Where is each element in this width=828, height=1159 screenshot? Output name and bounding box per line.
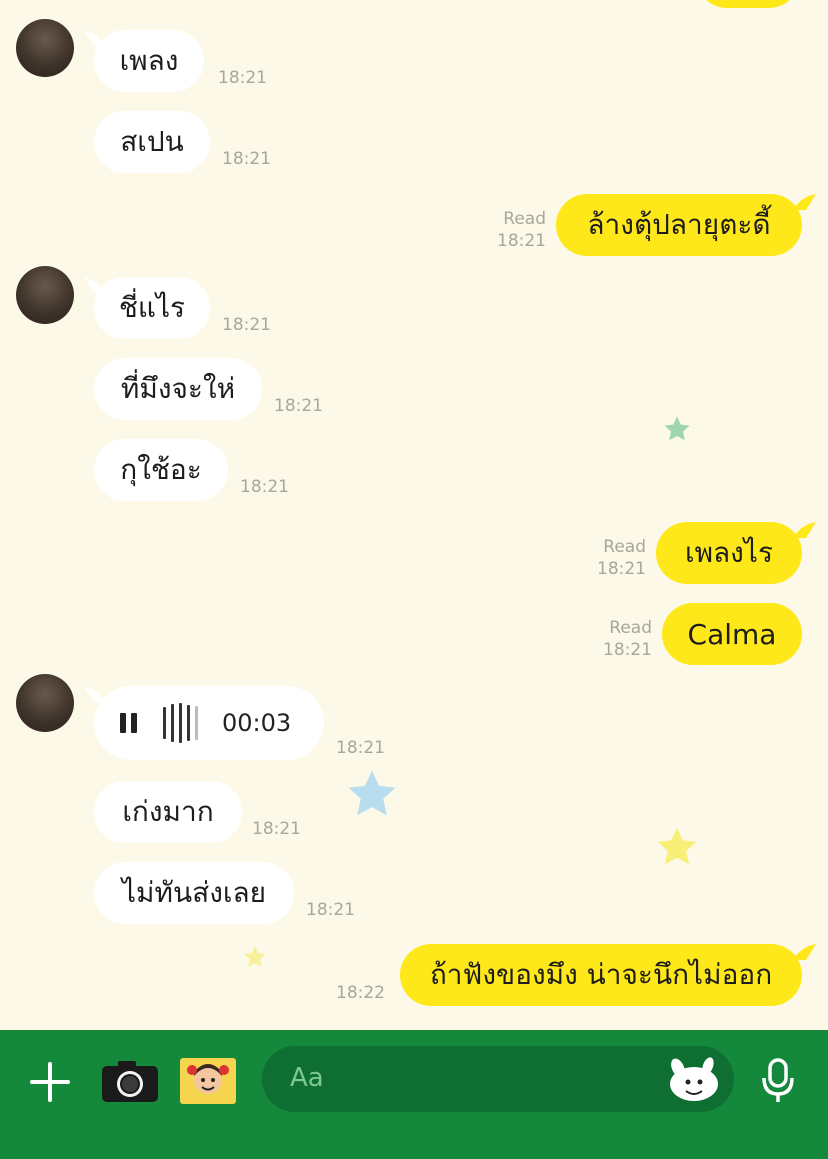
message-text: เก่งมาก <box>122 795 214 828</box>
message-text: ล้างตุ้ปลายุตะดี้ <box>587 208 771 241</box>
message-time: 18:21 <box>252 819 301 839</box>
read-label: Read <box>603 537 646 557</box>
message-text: เพลง <box>119 44 179 77</box>
read-label: Read <box>609 618 652 638</box>
message-bubble-incoming[interactable]: กุใช้อะ <box>94 439 228 501</box>
message-time: 18:21 <box>222 315 271 335</box>
message-bubble-outgoing-partial[interactable] <box>696 0 800 8</box>
message-text: ชี่แไร <box>118 291 186 324</box>
message-text: กุใช้อะ <box>120 453 202 486</box>
voice-message-bubble[interactable]: 00:03 <box>94 686 324 760</box>
message-input-bar: Aa <box>0 1030 828 1159</box>
message-time: 18:21 <box>274 396 323 416</box>
blue-star-decoration <box>348 770 396 816</box>
bubble-tail <box>794 944 816 960</box>
sticker-icon[interactable] <box>664 1054 724 1104</box>
chat-area[interactable]: เพลง 18:21 สเปน 18:21 Read 18:21 ล้างตุ้… <box>0 0 828 1030</box>
message-input[interactable]: Aa <box>262 1046 734 1112</box>
message-time: 18:21 <box>597 559 646 579</box>
small-yellow-star-decoration <box>244 946 266 967</box>
message-time: 18:21 <box>222 149 271 169</box>
image-gallery-icon[interactable] <box>178 1056 238 1106</box>
message-bubble-outgoing[interactable]: Calma <box>662 603 802 665</box>
message-text: ไม่ทันส่งเลย <box>121 876 267 909</box>
camera-icon[interactable] <box>100 1058 160 1104</box>
message-time: 18:21 <box>218 68 267 88</box>
message-read-status: Read 18:21 <box>586 536 646 580</box>
message-text: Calma <box>687 617 777 651</box>
message-bubble-outgoing[interactable]: ล้างตุ้ปลายุตะดี้ <box>556 194 802 256</box>
message-bubble-incoming[interactable]: ไม่ทันส่งเลย <box>94 862 294 924</box>
message-bubble-outgoing[interactable]: ถ้าฟังของมึง น่าจะนึกไม่ออก <box>400 944 802 1006</box>
message-input-placeholder: Aa <box>290 1063 324 1093</box>
message-read-status: Read 18:21 <box>592 617 652 661</box>
message-time: 18:22 <box>336 983 385 1003</box>
contact-avatar[interactable] <box>16 266 74 324</box>
message-text: ที่มึงจะให่ <box>120 372 236 405</box>
message-bubble-outgoing[interactable]: เพลงไร <box>656 522 802 584</box>
message-bubble-incoming[interactable]: เก่งมาก <box>94 781 242 843</box>
message-time: 18:21 <box>306 900 355 920</box>
message-time: 18:21 <box>336 738 385 758</box>
message-text: ถ้าฟังของมึง น่าจะนึกไม่ออก <box>429 958 773 991</box>
message-text: เพลงไร <box>685 536 773 569</box>
message-read-status: Read 18:21 <box>486 208 546 252</box>
message-bubble-incoming[interactable]: ชี่แไร <box>94 277 210 339</box>
microphone-icon[interactable] <box>758 1056 798 1106</box>
bubble-tail <box>794 522 816 538</box>
message-bubble-incoming[interactable]: ที่มึงจะให่ <box>94 358 262 420</box>
pause-icon[interactable] <box>120 713 137 733</box>
yellow-star-decoration <box>657 827 697 865</box>
contact-avatar[interactable] <box>16 19 74 77</box>
green-star-decoration <box>664 416 690 441</box>
read-label: Read <box>503 209 546 229</box>
voice-duration: 00:03 <box>222 709 292 737</box>
plus-icon[interactable] <box>28 1060 72 1104</box>
message-time: 18:21 <box>603 640 652 660</box>
message-bubble-incoming[interactable]: สเปน <box>94 111 210 173</box>
waveform-icon <box>163 703 198 743</box>
message-time: 18:21 <box>497 231 546 251</box>
contact-avatar[interactable] <box>16 674 74 732</box>
message-text: สเปน <box>120 125 184 158</box>
message-bubble-incoming[interactable]: เพลง <box>94 30 204 92</box>
bubble-tail <box>794 194 816 210</box>
message-time: 18:21 <box>240 477 289 497</box>
